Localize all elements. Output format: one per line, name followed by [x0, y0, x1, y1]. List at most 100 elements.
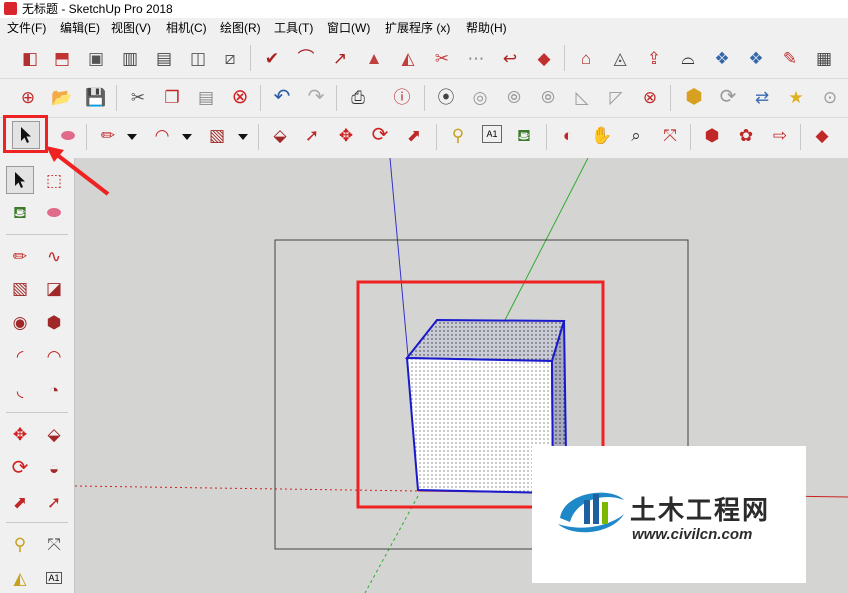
arc-tool-icon[interactable]: ⌒: [292, 44, 320, 72]
arc-icon[interactable]: ◜: [6, 342, 34, 370]
scissors-icon[interactable]: ✂: [124, 83, 152, 111]
curve-tool-icon[interactable]: ↗: [326, 44, 354, 72]
redo-icon[interactable]: ↷: [302, 83, 330, 111]
edit-window-icon[interactable]: ✎: [776, 44, 804, 72]
reverse-icon[interactable]: ↩: [496, 44, 524, 72]
export-icon[interactable]: ⇄: [748, 83, 776, 111]
disc-icon[interactable]: ◎: [466, 83, 494, 111]
dimension-icon[interactable]: ⤧: [40, 530, 68, 558]
section-cube-icon[interactable]: ◧: [16, 44, 44, 72]
rotated-rectangle-icon[interactable]: ◪: [40, 274, 68, 302]
move-icon[interactable]: ✥: [332, 121, 360, 149]
layers-icon[interactable]: ▦: [810, 44, 838, 72]
menu-edit[interactable]: 编辑(E): [60, 18, 100, 38]
camera-record-icon[interactable]: ⦿: [432, 83, 460, 111]
eraser-icon[interactable]: ⬬: [40, 198, 68, 226]
shade-alt-icon[interactable]: ◸: [602, 83, 630, 111]
stop-icon[interactable]: ⊗: [636, 83, 664, 111]
circle-icon[interactable]: ◉: [6, 308, 34, 336]
paste-icon[interactable]: ▤: [192, 83, 220, 111]
menu-camera[interactable]: 相机(C): [166, 18, 207, 38]
shield-icon[interactable]: ⬢: [680, 83, 708, 111]
undo-icon[interactable]: ↶: [268, 83, 296, 111]
film-icon[interactable]: ⦾: [500, 83, 528, 111]
film-alt-icon[interactable]: ⦾: [534, 83, 562, 111]
rectangle-icon[interactable]: ▧: [203, 121, 231, 149]
offset-icon[interactable]: ➚: [40, 488, 68, 516]
three-point-arc-icon[interactable]: ◟: [6, 376, 34, 404]
tag-icon[interactable]: ◆: [530, 44, 558, 72]
rotate-icon[interactable]: ⟳: [366, 121, 394, 149]
arc-icon[interactable]: ◠: [148, 121, 176, 149]
zoom-icon[interactable]: ⌕: [622, 121, 650, 149]
menu-window[interactable]: 窗口(W): [327, 18, 370, 38]
text-icon[interactable]: A1: [40, 564, 68, 592]
node-chain-icon[interactable]: ⋯: [462, 44, 490, 72]
book-icon[interactable]: ◫: [184, 44, 212, 72]
protractor-icon[interactable]: ◭: [6, 564, 34, 592]
upload-icon[interactable]: ⇪: [640, 44, 668, 72]
move-icon[interactable]: ✥: [6, 420, 34, 448]
delete-icon[interactable]: ⊗: [226, 83, 254, 111]
roof-icon[interactable]: ⧄: [216, 44, 244, 72]
vertex-select-icon[interactable]: ✔: [258, 44, 286, 72]
orbit-icon[interactable]: ◐: [554, 121, 582, 149]
mountain-icon[interactable]: ▲: [360, 44, 388, 72]
arc-swap-icon[interactable]: ⌓: [674, 44, 702, 72]
photo-icon[interactable]: ⊙: [816, 83, 844, 111]
ruby-icon[interactable]: ◆: [808, 121, 836, 149]
rail-icon[interactable]: ▤: [150, 44, 178, 72]
line-icon[interactable]: ✏: [6, 242, 34, 270]
two-point-arc-icon[interactable]: ◠: [40, 342, 68, 370]
unfold-icon[interactable]: ◭: [394, 44, 422, 72]
rotate-icon[interactable]: ⟳: [6, 454, 34, 482]
select-icon[interactable]: [6, 166, 34, 194]
menu-extensions[interactable]: 扩展程序 (x): [385, 18, 450, 38]
menu-draw[interactable]: 绘图(R): [220, 18, 261, 38]
arc-dropdown-icon[interactable]: [182, 134, 192, 140]
menu-tools[interactable]: 工具(T): [274, 18, 313, 38]
menu-help[interactable]: 帮助(H): [466, 18, 507, 38]
scale-icon[interactable]: ⬈: [400, 121, 428, 149]
pencil-dropdown-icon[interactable]: [127, 134, 137, 140]
warehouse-icon[interactable]: ⬢: [698, 121, 726, 149]
fence-icon[interactable]: ▥: [116, 44, 144, 72]
copy-icon[interactable]: ❐: [158, 83, 186, 111]
new-model-icon[interactable]: ⊕: [14, 83, 42, 111]
pie-icon[interactable]: ◔: [40, 376, 68, 404]
spotlight-icon[interactable]: ★: [782, 83, 810, 111]
refresh-icon[interactable]: ⟳: [714, 83, 742, 111]
follow-me-icon[interactable]: ◒: [40, 454, 68, 482]
polygon-icon[interactable]: ⬢: [40, 308, 68, 336]
push-pull-icon[interactable]: ⬙: [40, 420, 68, 448]
open-folder-icon[interactable]: 📂: [48, 83, 76, 111]
rectangle-icon[interactable]: ▧: [6, 274, 34, 302]
paint-bucket-icon[interactable]: ⛾: [510, 121, 538, 149]
scale-icon[interactable]: ⬈: [6, 488, 34, 516]
share-icon[interactable]: ⇨: [766, 121, 794, 149]
triangle-icon[interactable]: ◬: [606, 44, 634, 72]
rectangle-dropdown-icon[interactable]: [238, 134, 248, 140]
model-info-icon[interactable]: ⓘ: [388, 83, 416, 111]
tape-measure-icon[interactable]: ⚲: [444, 121, 472, 149]
box-view-icon[interactable]: ▣: [82, 44, 110, 72]
menu-view[interactable]: 视图(V): [111, 18, 151, 38]
menu-file[interactable]: 文件(F): [7, 18, 46, 38]
save-icon[interactable]: 💾: [82, 83, 110, 111]
house-icon[interactable]: ⌂: [572, 44, 600, 72]
print-icon[interactable]: ⎙: [344, 83, 372, 111]
tape-measure-icon[interactable]: ⚲: [6, 530, 34, 558]
shade-icon[interactable]: ◺: [568, 83, 596, 111]
follow-me-icon[interactable]: ➚: [298, 121, 326, 149]
cut-icon[interactable]: ✂: [428, 44, 456, 72]
cubes-alt-icon[interactable]: ❖: [742, 44, 770, 72]
components-icon[interactable]: ✿: [732, 121, 760, 149]
cubes-icon[interactable]: ❖: [708, 44, 736, 72]
pan-hand-icon[interactable]: ✋: [588, 121, 616, 149]
paint-icon[interactable]: ⛾: [6, 198, 34, 226]
push-section-icon[interactable]: ⬒: [48, 44, 76, 72]
zoom-extents-icon[interactable]: ⤧: [656, 121, 684, 149]
text-label-icon[interactable]: A1: [482, 125, 502, 143]
push-pull-icon[interactable]: ⬙: [266, 121, 294, 149]
freehand-icon[interactable]: ∿: [40, 242, 68, 270]
